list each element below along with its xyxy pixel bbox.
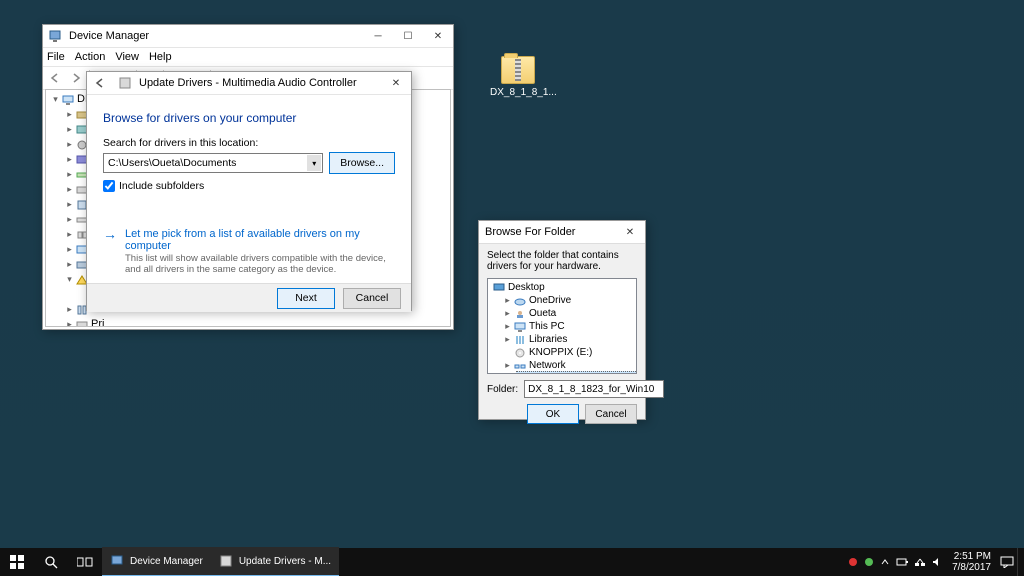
- cancel-button[interactable]: Cancel: [343, 288, 401, 309]
- this-pc-icon: [513, 320, 527, 334]
- start-button[interactable]: [0, 548, 34, 576]
- libraries-icon: [513, 333, 527, 347]
- dialog-heading: Browse for drivers on your computer: [103, 111, 395, 125]
- menu-view[interactable]: View: [115, 51, 139, 63]
- menu-bar: File Action View Help: [43, 48, 453, 66]
- back-button[interactable]: [47, 69, 65, 87]
- close-button[interactable]: ✕: [615, 221, 645, 243]
- clock[interactable]: 2:51 PM 7/8/2017: [946, 551, 997, 573]
- folder-tree[interactable]: Desktop ▸OneDrive ▸Oueta ▸This PC ▸Libra…: [488, 279, 636, 374]
- menu-file[interactable]: File: [47, 51, 65, 63]
- action-center-button[interactable]: [997, 548, 1017, 576]
- network-icon[interactable]: [914, 557, 926, 567]
- tray-icon[interactable]: [864, 557, 874, 567]
- folder-input[interactable]: [524, 380, 664, 398]
- maximize-button[interactable]: ☐: [393, 25, 423, 47]
- zipped-folder-icon: [501, 56, 535, 84]
- browse-for-folder-dialog: Browse For Folder ✕ Select the folder th…: [478, 220, 646, 420]
- computer-icon: [61, 93, 75, 107]
- taskbar-app-devmgr[interactable]: Device Manager: [102, 547, 211, 576]
- titlebar[interactable]: Device Manager ─ ☐ ✕: [43, 25, 453, 48]
- folder-label: Folder:: [487, 384, 518, 395]
- dialog-title: Update Drivers - Multimedia Audio Contro…: [137, 77, 381, 89]
- update-drivers-dialog: Update Drivers - Multimedia Audio Contro…: [86, 71, 412, 311]
- close-button[interactable]: ✕: [423, 25, 453, 47]
- volume-icon[interactable]: [932, 557, 942, 567]
- desktop-icon: [492, 281, 506, 295]
- desktop-folder-label: DX_8_1_8_1...: [490, 87, 546, 98]
- cloud-icon: [513, 294, 527, 308]
- user-icon: [513, 307, 527, 321]
- menu-help[interactable]: Help: [149, 51, 172, 63]
- close-button[interactable]: ✕: [381, 72, 411, 94]
- menu-action[interactable]: Action: [75, 51, 106, 63]
- desktop-folder[interactable]: DX_8_1_8_1...: [490, 56, 546, 98]
- task-view-button[interactable]: [68, 548, 102, 576]
- browse-button[interactable]: Browse...: [329, 152, 395, 174]
- driver-icon: [117, 75, 133, 91]
- path-combo[interactable]: C:\Users\Oueta\Documents ▾: [103, 153, 323, 173]
- show-desktop-button[interactable]: [1017, 548, 1024, 576]
- path-value: C:\Users\Oueta\Documents: [108, 157, 236, 169]
- tray-up-icon[interactable]: [880, 557, 890, 567]
- taskbar-app-update[interactable]: Update Drivers - M...: [211, 547, 339, 576]
- minimize-button[interactable]: ─: [363, 25, 393, 47]
- chevron-down-icon[interactable]: ▾: [307, 155, 321, 171]
- include-subfolders-label: Include subfolders: [119, 180, 204, 192]
- back-button[interactable]: [87, 76, 113, 90]
- taskbar: Device Manager Update Drivers - M... 2:5…: [0, 548, 1024, 576]
- search-button[interactable]: [34, 548, 68, 576]
- include-subfolders-checkbox[interactable]: [103, 180, 115, 192]
- ok-button[interactable]: OK: [527, 404, 579, 424]
- search-label: Search for drivers in this location:: [103, 137, 258, 149]
- arrow-right-icon: →: [103, 228, 117, 275]
- pick-from-list-link[interactable]: → Let me pick from a list of available d…: [103, 228, 395, 275]
- dialog-title: Browse For Folder: [479, 226, 615, 238]
- system-tray[interactable]: [848, 557, 946, 567]
- dialog-message: Select the folder that contains drivers …: [479, 244, 645, 278]
- cancel-button[interactable]: Cancel: [585, 404, 637, 424]
- forward-button[interactable]: [67, 69, 85, 87]
- window-title: Device Manager: [67, 30, 363, 42]
- tray-icon[interactable]: [848, 557, 858, 567]
- disc-icon: [513, 346, 527, 360]
- power-icon[interactable]: [896, 557, 908, 567]
- app-icon: [47, 28, 63, 44]
- next-button[interactable]: Next: [277, 288, 335, 309]
